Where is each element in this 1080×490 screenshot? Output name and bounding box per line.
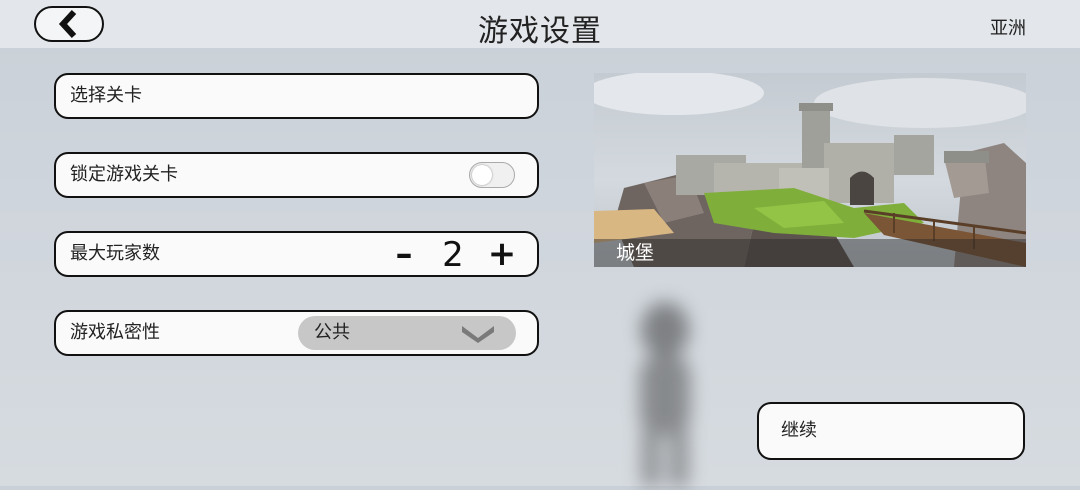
max-players-row: 最大玩家数 – 2 + [54,231,539,277]
blurred-character [600,290,730,486]
max-players-value: 2 [442,235,464,275]
select-level-label: 选择关卡 [70,85,142,106]
privacy-label: 游戏私密性 [70,322,160,343]
level-name: 城堡 [616,242,655,264]
page-title: 游戏设置 [478,14,602,49]
level-preview[interactable]: 城堡 [594,73,1026,267]
increase-players-button[interactable]: + [487,233,517,275]
privacy-row: 游戏私密性 公共 [54,310,539,356]
continue-button[interactable]: 继续 [757,402,1025,460]
decrease-players-button[interactable]: – [389,233,419,275]
privacy-dropdown[interactable]: 公共 [298,316,516,350]
select-level-button[interactable]: 选择关卡 [54,73,539,119]
lock-level-label: 锁定游戏关卡 [70,164,178,185]
top-bar: 游戏设置 亚洲 [0,0,1080,49]
max-players-label: 最大玩家数 [70,243,160,264]
region-selector[interactable]: 亚洲 [990,14,1026,40]
lock-level-toggle[interactable] [469,162,515,188]
continue-label: 继续 [781,420,817,441]
chevron-down-icon [462,326,494,343]
toggle-knob [472,165,492,185]
lock-level-row: 锁定游戏关卡 [54,152,539,198]
level-name-bar: 城堡 [594,239,1026,267]
castle-level-image [594,73,1026,267]
privacy-selected-value: 公共 [314,322,350,343]
